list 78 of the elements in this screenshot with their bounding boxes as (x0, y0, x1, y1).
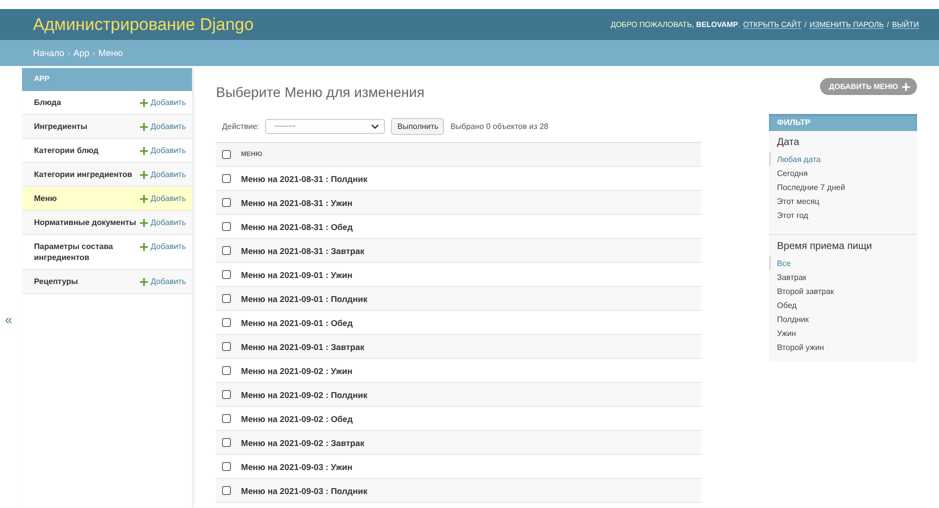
run-button[interactable]: Выполнить (391, 118, 444, 135)
model-link[interactable]: Рецептуры (34, 276, 140, 287)
filter-option[interactable]: Этот месяц (769, 194, 917, 208)
checkbox[interactable] (222, 462, 231, 471)
checkbox[interactable] (222, 270, 231, 279)
row-link[interactable]: Меню на 2021-09-01 : Ужин (241, 270, 352, 280)
row-link[interactable]: Меню на 2021-09-03 : Ужин (241, 462, 352, 472)
filter-option[interactable]: Любая дата (769, 152, 917, 166)
filter-option[interactable]: Последние 7 дней (769, 180, 917, 194)
chevron-icon (371, 124, 380, 129)
selection-counter: Выбрано 0 объектов из 28 (450, 122, 548, 131)
filter-group-title: Дата (776, 137, 800, 150)
row-link[interactable]: Меню на 2021-09-01 : Обед (241, 318, 353, 328)
model-link[interactable]: Меню (34, 193, 140, 204)
breadcrumb-separator: › (67, 48, 70, 58)
row-link[interactable]: Меню на 2021-09-02 : Обед (241, 414, 353, 424)
checkbox[interactable] (222, 414, 231, 423)
add-link[interactable]: Добавить (140, 97, 186, 108)
action-label: Действие: (222, 122, 260, 131)
row-link[interactable]: Меню на 2021-09-02 : Полдник (241, 390, 368, 400)
filter-option[interactable]: Завтрак (769, 270, 917, 284)
plus-icon (902, 82, 910, 90)
row-link[interactable]: Меню на 2021-09-01 : Полдник (241, 294, 368, 304)
filter-option[interactable]: Второй ужин (769, 340, 917, 354)
add-link[interactable]: Добавить (140, 169, 186, 180)
checkbox[interactable] (222, 294, 231, 303)
add-link[interactable]: Добавить (140, 121, 186, 132)
site-title: Администрирование Django (33, 14, 254, 34)
row-link[interactable]: Меню на 2021-08-31 : Полдник (241, 174, 368, 184)
filter-option[interactable]: Обед (769, 298, 917, 312)
model-link[interactable]: Категории ингредиентов (34, 169, 140, 180)
row-link[interactable]: Меню на 2021-09-02 : Завтрак (241, 438, 364, 448)
filter-option[interactable]: Ужин (769, 326, 917, 340)
filter-header: ФИЛЬТР (769, 114, 917, 131)
breadcrumb-separator: › (92, 48, 96, 58)
plus-icon (140, 146, 148, 154)
row-link[interactable]: Меню на 2021-09-01 : Завтрак (241, 342, 364, 352)
plus-icon (140, 122, 148, 130)
model-link[interactable]: Категории блюд (34, 145, 140, 156)
checkbox[interactable] (222, 222, 231, 231)
checkbox[interactable] (222, 390, 231, 399)
checkbox[interactable] (222, 174, 231, 183)
add-link[interactable]: Добавить (140, 241, 186, 252)
add-link[interactable]: Добавить (140, 276, 186, 287)
filter-option[interactable]: Сегодня (769, 166, 917, 180)
plus-icon (140, 218, 148, 226)
add-link[interactable]: Добавить (140, 145, 186, 156)
row-link[interactable]: Меню на 2021-08-31 : Ужин (241, 198, 352, 208)
checkbox[interactable] (222, 246, 231, 255)
checkbox[interactable] (222, 438, 231, 447)
model-link[interactable]: Блюда (34, 97, 140, 108)
add-link[interactable]: Добавить (140, 193, 186, 204)
row-link[interactable]: Меню на 2021-08-31 : Завтрак (241, 246, 364, 256)
checkbox[interactable] (222, 486, 231, 495)
plus-icon (140, 98, 148, 106)
row-link[interactable]: Меню на 2021-09-03 : Полдник (241, 486, 368, 496)
collapse-sidebar-button[interactable]: « (0, 312, 12, 327)
add-link[interactable]: Добавить (140, 217, 186, 228)
page-title: Выберите Меню для изменения (216, 84, 424, 100)
filter-option[interactable]: Второй завтрак (769, 284, 917, 298)
filter-option[interactable]: Полдник (769, 312, 917, 326)
checkbox[interactable] (222, 318, 231, 327)
plus-icon (140, 194, 148, 202)
model-link[interactable]: Ингредиенты (34, 121, 140, 132)
checkbox[interactable] (222, 150, 231, 159)
model-link[interactable]: Параметры состава ингредиентов (34, 241, 140, 263)
filter-option[interactable]: Все (769, 256, 917, 270)
row-link[interactable]: Меню на 2021-09-02 : Ужин (241, 366, 352, 376)
checkbox[interactable] (222, 198, 231, 207)
plus-icon (140, 278, 148, 286)
plus-icon (140, 170, 148, 178)
filter-option[interactable]: Этот год (769, 208, 917, 222)
row-link[interactable]: Меню на 2021-08-31 : Обед (241, 222, 353, 232)
plus-icon (140, 242, 148, 250)
checkbox[interactable] (222, 342, 231, 351)
filter-group-title: Время приема пищи (776, 241, 874, 254)
checkbox[interactable] (222, 366, 231, 375)
model-link[interactable]: Нормативные документы (34, 217, 140, 228)
